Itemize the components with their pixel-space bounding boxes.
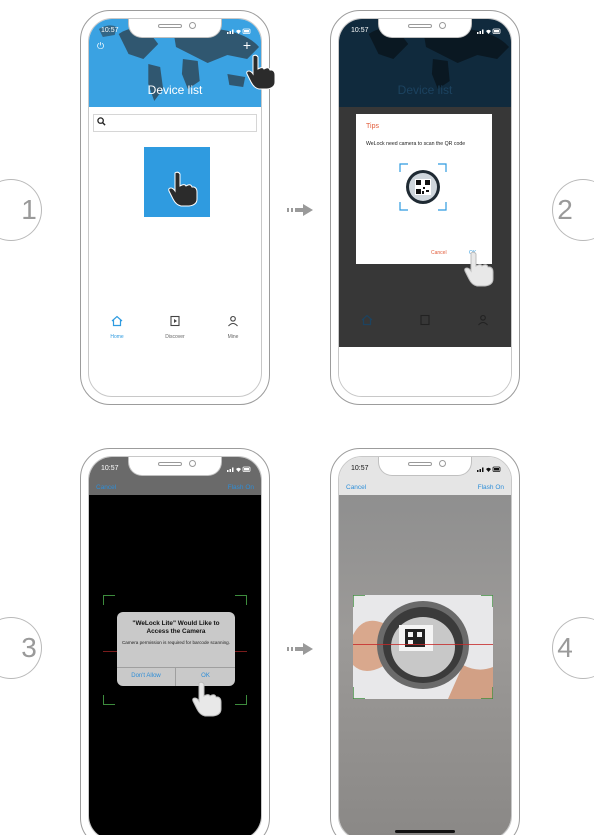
tab-mine [463, 313, 503, 331]
home-icon [361, 314, 373, 326]
step-badge-1: 1 [0, 179, 62, 241]
status-time: 10:57 [101, 27, 119, 34]
pointing-hand-icon [192, 681, 222, 717]
tab-label: Home [110, 334, 124, 340]
tab-discover [405, 313, 445, 331]
tab-label: Mine [227, 334, 239, 340]
status-icons [227, 466, 251, 472]
qr-scan-icon [399, 163, 447, 211]
camera-permission-alert: "WeLock Lite" Would Like to Access the C… [117, 612, 235, 686]
tab-discover[interactable]: Discover [155, 314, 195, 340]
screen: 10:57 Device list Tips WeLock need camer… [338, 18, 512, 397]
home-icon [111, 315, 123, 327]
step-number: 2 [557, 194, 573, 225]
person-icon [228, 315, 238, 327]
tutorial-page: 1 2 3 4 10:57 ⏻ + Device list Home Disco… [0, 0, 594, 835]
home-indicator [395, 830, 455, 833]
pointing-hand-icon [168, 171, 198, 207]
next-step-arrow-icon [287, 204, 313, 216]
status-time: 10:57 [351, 27, 369, 34]
status-icons [227, 28, 251, 34]
tab-label: Discover [165, 334, 185, 340]
scan-frame-corner [235, 695, 247, 705]
screen: 10:57 Cancel Flash On "WeLock Lite" Woul… [88, 456, 262, 835]
lock-qr-photo [352, 594, 494, 700]
page-title: Device list [147, 83, 203, 97]
scan-frame-corner [103, 595, 115, 605]
status-icons [477, 28, 501, 34]
discover-icon [170, 315, 180, 327]
alert-message: Camera permission is required for barcod… [121, 640, 230, 645]
phone-step-3: 10:57 Cancel Flash On "WeLock Lite" Woul… [80, 448, 270, 835]
camera-tips-dialog: Tips WeLock need camera to scan the QR c… [356, 114, 492, 264]
step-number: 1 [21, 194, 37, 225]
dialog-message: WeLock need camera to scan the QR code [366, 141, 466, 147]
page-title: Device list [397, 83, 453, 97]
step-badge-2: 2 [532, 179, 594, 241]
cancel-button[interactable]: Cancel [346, 484, 366, 491]
screen: 10:57 Cancel Flash On [338, 456, 512, 835]
add-device-plus-icon[interactable]: + [243, 37, 251, 53]
scan-area-photo [352, 594, 494, 700]
bottom-tab-bar: Home Discover Mine [89, 314, 261, 344]
flash-on-button[interactable]: Flash On [228, 484, 254, 491]
step-badge-3: 3 [0, 617, 62, 679]
pointing-hand-icon [246, 54, 276, 90]
phone-step-1: 10:57 ⏻ + Device list Home Discover Mine [80, 10, 276, 405]
scan-frame-corner [235, 595, 247, 605]
dialog-cancel-button[interactable]: Cancel [431, 250, 447, 256]
dialog-title: Tips [366, 123, 379, 130]
screen: 10:57 ⏻ + Device list Home Discover Mine [88, 18, 262, 397]
step-number: 3 [21, 632, 37, 663]
person-icon [478, 314, 488, 326]
search-input[interactable] [93, 114, 257, 132]
next-step-arrow-icon [287, 643, 313, 655]
scan-frame-corner [103, 695, 115, 705]
allow-ok-button[interactable]: OK [176, 673, 235, 679]
status-time: 10:57 [351, 465, 369, 472]
pointing-hand-icon [464, 251, 494, 287]
cancel-button[interactable]: Cancel [96, 484, 116, 491]
tab-home[interactable]: Home [97, 314, 137, 340]
step-number: 4 [557, 632, 573, 663]
flash-on-button[interactable]: Flash On [478, 484, 504, 491]
dont-allow-button[interactable]: Don't Allow [117, 673, 175, 679]
tab-home [347, 313, 387, 331]
status-time: 10:57 [101, 465, 119, 472]
step-badge-4: 4 [532, 617, 594, 679]
alert-title: "WeLock Lite" Would Like to Access the C… [132, 620, 220, 635]
tab-mine[interactable]: Mine [213, 314, 253, 340]
discover-icon [420, 314, 430, 326]
status-icons [477, 466, 501, 472]
phone-step-2: 10:57 Device list Tips WeLock need camer… [330, 10, 520, 405]
phone-step-4: 10:57 Cancel Flash On [330, 448, 520, 835]
bell-icon[interactable]: ⏻ [97, 41, 104, 52]
search-icon [97, 117, 106, 126]
